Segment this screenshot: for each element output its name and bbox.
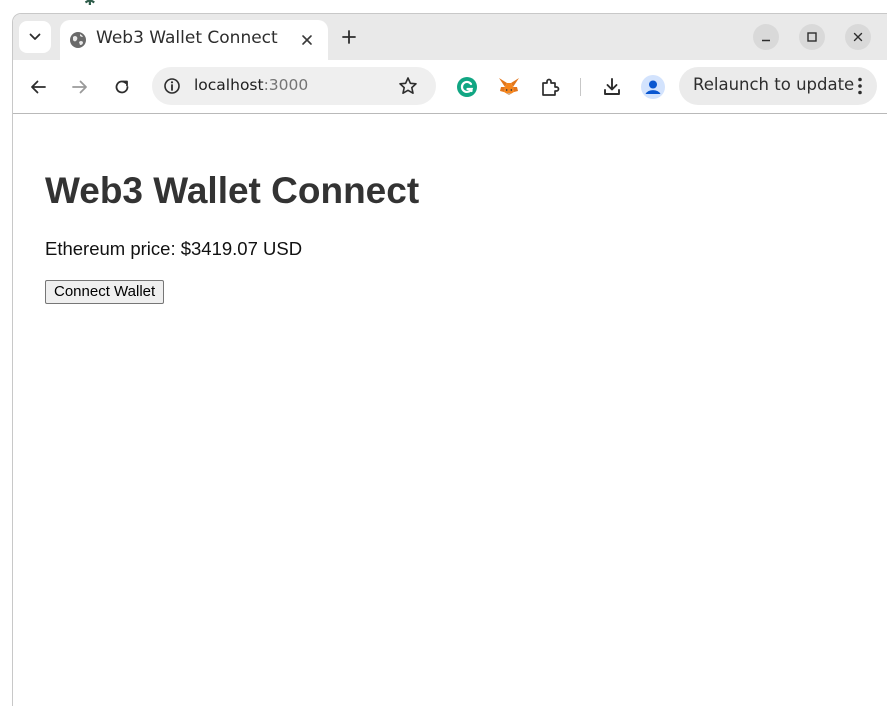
close-icon	[853, 32, 863, 42]
star-icon[interactable]	[398, 76, 418, 96]
toolbar: localhost:3000 Relaunch to update	[13, 60, 887, 114]
connect-wallet-button[interactable]: Connect Wallet	[45, 280, 165, 304]
profile-button[interactable]	[640, 74, 666, 100]
globe-icon	[70, 32, 86, 48]
back-button[interactable]	[25, 74, 51, 100]
maximize-button[interactable]	[799, 24, 825, 50]
tab-close-button[interactable]	[298, 31, 316, 49]
avatar-icon	[641, 75, 665, 99]
tab-strip: Web3 Wallet Connect	[13, 14, 887, 60]
minimize-icon	[762, 39, 770, 42]
address-bar[interactable]: localhost:3000	[152, 67, 436, 105]
new-tab-button[interactable]	[338, 26, 360, 48]
forward-button[interactable]	[67, 74, 93, 100]
tab-active[interactable]: Web3 Wallet Connect	[60, 20, 328, 60]
tab-title: Web3 Wallet Connect	[96, 28, 278, 48]
download-icon	[604, 78, 620, 95]
grammarly-icon	[457, 77, 477, 97]
page-title: Web3 Wallet Connect	[45, 170, 420, 211]
extension-metamask[interactable]	[496, 74, 522, 100]
close-window-button[interactable]	[845, 24, 871, 50]
extensions-button[interactable]	[537, 74, 563, 100]
info-icon[interactable]	[163, 77, 181, 95]
tab-search-button[interactable]	[19, 21, 51, 53]
reload-button[interactable]	[109, 74, 135, 100]
extension-grammarly[interactable]	[454, 74, 480, 100]
page-content: Web3 Wallet Connect Ethereum price: $341…	[13, 114, 887, 706]
ethereum-price-text: Ethereum price: $3419.07 USD	[45, 238, 303, 259]
maximize-icon	[807, 32, 817, 42]
browser-window: Web3 Wallet Connect localhost:3000 Relau…	[12, 13, 887, 706]
chevron-down-icon	[29, 33, 41, 40]
relaunch-label: Relaunch to update	[693, 75, 855, 94]
close-icon	[302, 35, 312, 45]
metamask-fox-icon	[499, 78, 519, 95]
kebab-menu-icon	[858, 77, 862, 95]
minimize-button[interactable]	[753, 24, 779, 50]
arrow-right-icon	[72, 80, 87, 94]
plus-icon	[342, 30, 356, 44]
url-text[interactable]: localhost:3000	[194, 76, 308, 94]
url-port: :3000	[263, 76, 309, 94]
desktop-sparkle-icon: ✱	[84, 0, 96, 9]
relaunch-to-update-button[interactable]: Relaunch to update	[679, 67, 877, 105]
arrow-left-icon	[31, 80, 46, 94]
puzzle-piece-icon	[542, 78, 560, 96]
desktop: ✱ Web3 Wallet Connect localhost:3000 Rel…	[0, 0, 887, 706]
url-host: localhost	[194, 76, 264, 94]
toolbar-divider	[580, 78, 581, 96]
reload-icon	[115, 80, 129, 94]
downloads-button[interactable]	[599, 74, 625, 100]
